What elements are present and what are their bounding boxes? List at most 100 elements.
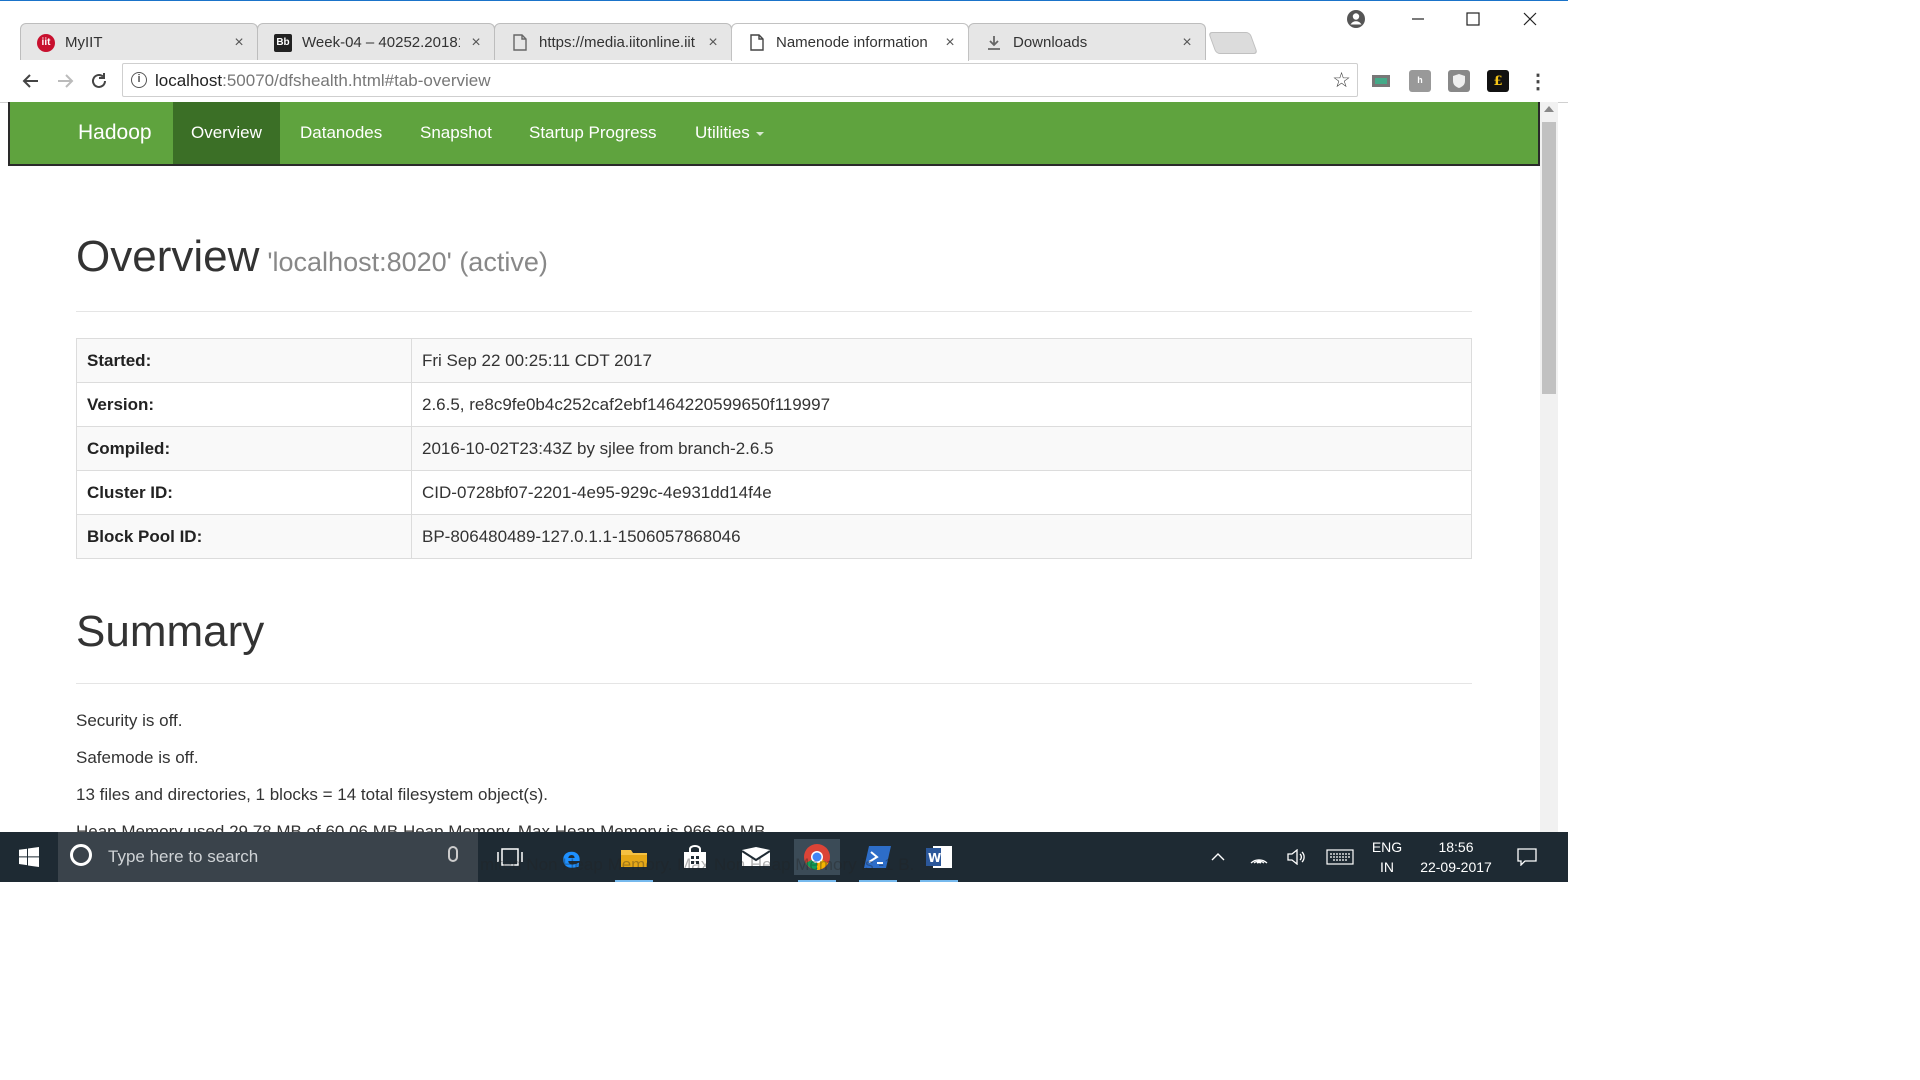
nav-datanodes[interactable]: Datanodes [282,102,400,164]
url-path: :50070/dfshealth.html#tab-overview [222,71,491,90]
back-arrow-icon[interactable] [18,68,44,94]
menu-kebab-icon[interactable]: ⋮ [1527,70,1549,93]
summary-heap-memory: Heap Memory used 29.78 MB of 60.06 MB He… [76,822,771,832]
nav-utilities[interactable]: Utilities [677,102,782,164]
search-placeholder: Type here to search [108,847,259,866]
browser-window: iit MyIIT × Bb Week-04 – 40252.201810 × … [0,0,1568,882]
reload-icon[interactable] [86,68,112,94]
page-icon [511,34,529,52]
overview-heading: Overview [76,232,260,281]
tab-myiit[interactable]: iit MyIIT × [20,23,258,61]
row-value: BP-806480489-127.0.1.1-1506057868046 [411,514,1472,559]
word-icon[interactable]: W [916,839,962,882]
close-window-icon[interactable] [1502,1,1558,37]
running-indicator [798,880,836,882]
close-tab-icon[interactable]: × [705,34,721,52]
clock[interactable]: 18:56 22-09-2017 [1414,837,1498,877]
region-code: IN [1380,859,1394,875]
summary-security: Security is off. [76,711,183,730]
new-tab-button[interactable] [1207,32,1259,54]
page-viewport: Hadoop Overview Datanodes Snapshot Start… [8,102,1540,832]
chevron-up-icon[interactable] [1204,832,1232,882]
divider [76,311,1472,312]
cast-extension-icon[interactable] [1370,70,1392,92]
close-tab-icon[interactable]: × [468,34,484,52]
table-row: Cluster ID: CID-0728bf07-2201-4e95-929c-… [76,470,1472,515]
table-row: Version: 2.6.5, re8c9fe0b4c252caf2ebf146… [76,382,1472,427]
row-value: CID-0728bf07-2201-4e95-929c-4e931dd14f4e [411,470,1472,515]
row-label: Block Pool ID: [76,514,412,559]
tab-downloads[interactable]: Downloads × [968,23,1206,61]
site-info-icon[interactable]: i [131,72,147,88]
clock-time: 18:56 [1438,839,1474,855]
nav-startup-progress[interactable]: Startup Progress [511,102,675,164]
close-tab-icon[interactable]: × [231,34,247,52]
overview-subheading: 'localhost:8020' (active) [267,247,548,277]
tab-title: Week-04 – 40252.201810 [302,34,460,51]
language-code: ENG [1371,839,1403,855]
row-value: 2016-10-02T23:43Z by sjlee from branch-2… [411,426,1472,471]
row-value: 2.6.5, re8c9fe0b4c252caf2ebf146422059965… [411,382,1472,427]
close-tab-icon[interactable]: × [1179,34,1195,52]
blackboard-icon: Bb [274,33,292,52]
taskbar-search[interactable]: Type here to search [58,832,478,882]
overview-table: Started: Fri Sep 22 00:25:11 CDT 2017 Ve… [76,338,1472,559]
shield-extension-icon[interactable] [1448,70,1470,92]
tab-media[interactable]: https://media.iitonline.iit × [494,23,732,61]
running-indicator [920,880,958,882]
maximize-icon[interactable] [1445,1,1501,37]
wifi-icon[interactable] [1244,832,1274,882]
row-label: Compiled: [76,426,412,471]
row-value: Fri Sep 22 00:25:11 CDT 2017 [411,338,1472,383]
microphone-icon[interactable] [448,846,458,862]
svg-text:W: W [928,851,941,865]
url-host: localhost [155,71,223,90]
summary-filesystem-objects: 13 files and directories, 1 blocks = 14 … [76,785,548,804]
url-text: localhost:50070/dfshealth.html#tab-overv… [155,71,491,91]
tab-title: Namenode information [776,34,928,51]
tab-namenode[interactable]: Namenode information × [731,23,969,61]
keyboard-icon[interactable] [1322,832,1358,882]
summary-safemode: Safemode is off. [76,748,199,767]
running-indicator [859,880,897,882]
row-label: Version: [76,382,412,427]
extension-icon[interactable]: ʰ [1409,70,1431,92]
minimize-icon[interactable] [1390,1,1446,37]
tab-title: Downloads [1013,34,1088,51]
close-tab-icon[interactable]: × [942,34,958,52]
address-bar[interactable]: i localhost:50070/dfshealth.html#tab-ove… [122,63,1358,97]
download-icon [985,34,1003,52]
tab-title: https://media.iitonline.iit [539,34,695,51]
volume-icon[interactable] [1282,832,1312,882]
language-indicator[interactable]: ENG IN [1366,837,1408,877]
page-scrollbar[interactable] [1540,102,1558,832]
profile-icon[interactable] [1344,7,1368,31]
row-label: Cluster ID: [76,470,412,515]
tab-week04[interactable]: Bb Week-04 – 40252.201810 × [257,23,495,61]
evernote-extension-icon[interactable]: £ [1487,70,1509,92]
tab-title: MyIIT [65,34,103,51]
table-row: Block Pool ID: BP-806480489-127.0.1.1-15… [76,514,1472,559]
running-indicator [615,880,653,882]
nav-snapshot[interactable]: Snapshot [402,102,510,164]
navbar-brand[interactable]: Hadoop [78,102,152,164]
bookmark-star-icon[interactable]: ☆ [1332,68,1351,93]
forward-arrow-icon[interactable] [52,68,78,94]
clock-date: 22-09-2017 [1420,859,1492,875]
tab-strip: iit MyIIT × Bb Week-04 – 40252.201810 × … [0,0,1568,61]
myiit-logo-icon: iit [37,33,55,52]
hadoop-navbar: Hadoop Overview Datanodes Snapshot Start… [8,102,1540,166]
nav-overview[interactable]: Overview [173,102,280,164]
row-label: Started: [76,338,412,383]
scroll-up-arrow-icon[interactable] [1544,106,1554,112]
nav-utilities-label: Utilities [695,123,750,142]
cortana-icon[interactable] [70,844,92,866]
browser-toolbar: i localhost:50070/dfshealth.html#tab-ove… [0,60,1568,103]
scrollbar-thumb[interactable] [1542,122,1556,394]
table-row: Compiled: 2016-10-02T23:43Z by sjlee fro… [76,426,1472,471]
windows-start-icon[interactable] [0,832,58,882]
table-row: Started: Fri Sep 22 00:25:11 CDT 2017 [76,338,1472,383]
action-center-icon[interactable] [1510,832,1544,882]
summary-heading: Summary [76,607,265,656]
chevron-down-icon [755,131,764,136]
